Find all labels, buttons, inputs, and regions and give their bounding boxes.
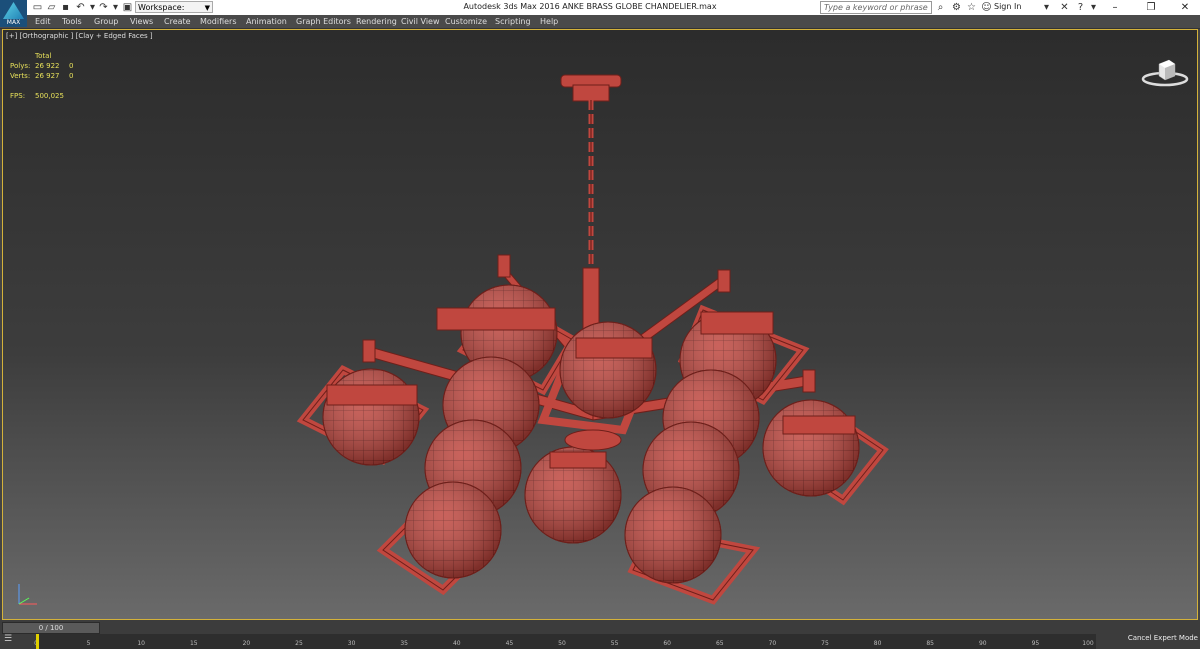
project-folder-icon[interactable]: ▣	[121, 1, 134, 14]
tick-label: 40	[452, 640, 461, 647]
workspace-dropdown[interactable]: Workspace: Default ▼	[135, 1, 213, 24]
menu-animation[interactable]: Animation	[246, 16, 287, 27]
cancel-expert-mode-button[interactable]: Cancel Expert Mode	[1100, 632, 1198, 644]
track-bar-ticks: 0510152025303540455055606570758085909510…	[34, 634, 1096, 649]
tick-label: 75	[821, 640, 829, 647]
sign-in-dropdown-icon[interactable]: ▾	[1040, 1, 1053, 14]
ceiling-canopy	[560, 74, 622, 102]
tick-label: 50	[558, 640, 566, 647]
star-icon[interactable]: ☆	[965, 1, 978, 14]
user-icon[interactable]: ☺	[980, 1, 993, 14]
save-icon[interactable]: ▪	[59, 1, 72, 14]
menu-group[interactable]: Group	[94, 16, 118, 27]
mini-listener-icon[interactable]: ☰	[4, 634, 20, 647]
menu-modifiers[interactable]: Modifiers	[200, 16, 237, 27]
time-bar: 0 / 100 ☰ 051015202530354045505560657075…	[0, 620, 1200, 649]
tick-label: 80	[873, 640, 882, 647]
tick-label: 65	[715, 640, 724, 647]
viewport-orthographic[interactable]: [+] [Orthographic ] [Clay + Edged Faces …	[2, 29, 1198, 620]
tick-label: 100	[1082, 640, 1094, 647]
tick-label: 90	[978, 640, 987, 647]
menu-help[interactable]: Help	[540, 16, 558, 27]
tick-label: 95	[1031, 640, 1040, 647]
menu-customize[interactable]: Customize	[445, 16, 487, 27]
tick-label: 60	[663, 640, 672, 647]
time-slider[interactable]: 0 / 100	[2, 622, 100, 634]
open-file-icon[interactable]: ▱	[45, 1, 58, 14]
menu-scripting[interactable]: Scripting	[495, 16, 531, 27]
help-dropdown-icon[interactable]: ▾	[1087, 1, 1100, 14]
title-bar: MAX ▭ ▱ ▪ ↶ ▾ ↷ ▾ ▣ Workspace: Default ▼…	[0, 0, 1200, 27]
minimize-icon[interactable]: –	[1100, 0, 1130, 15]
menu-bar: Edit Tools Group Views Create Modifiers …	[0, 15, 1200, 29]
track-bar[interactable]: 0510152025303540455055606570758085909510…	[34, 634, 1096, 649]
max-logo-icon	[3, 2, 24, 19]
playhead[interactable]	[36, 634, 39, 649]
app-logo-button[interactable]: MAX	[0, 0, 27, 27]
window-title: Autodesk 3ds Max 2016 ANKE BRASS GLOBE C…	[463, 2, 717, 11]
menu-civil-view[interactable]: Civil View	[401, 16, 440, 27]
tick-label: 85	[926, 640, 935, 647]
tick-label: 15	[189, 640, 198, 647]
menu-tools[interactable]: Tools	[62, 16, 82, 27]
menu-rendering[interactable]: Rendering	[356, 16, 397, 27]
subscription-icon[interactable]: ⚙	[950, 1, 963, 14]
app-logo-text: MAX	[6, 19, 21, 26]
chandelier-model[interactable]	[3, 30, 1198, 620]
tick-label: 70	[768, 640, 777, 647]
restore-icon[interactable]: ❐	[1136, 0, 1166, 15]
menu-graph-editors[interactable]: Graph Editors	[296, 16, 351, 27]
help-icon[interactable]: ?	[1074, 1, 1087, 14]
tick-label: 5	[86, 640, 91, 647]
tick-label: 25	[295, 640, 303, 647]
tick-label: 30	[347, 640, 356, 647]
exchange-icon[interactable]: ✕	[1058, 1, 1071, 14]
new-file-icon[interactable]: ▭	[31, 1, 44, 14]
tick-label: 10	[137, 640, 146, 647]
binoculars-icon[interactable]: ⌕	[934, 1, 947, 14]
tick-label: 35	[400, 640, 409, 647]
axis-tripod-icon	[18, 584, 37, 605]
menu-views[interactable]: Views	[130, 16, 153, 27]
sign-in-link[interactable]: Sign In	[994, 2, 1021, 11]
tick-label: 45	[505, 640, 514, 647]
search-input[interactable]: Type a keyword or phrase	[820, 1, 932, 14]
close-icon[interactable]: ✕	[1170, 0, 1200, 15]
tick-label: 55	[610, 640, 619, 647]
chevron-down-icon: ▼	[204, 4, 210, 12]
menu-edit[interactable]: Edit	[35, 16, 51, 27]
menu-create[interactable]: Create	[164, 16, 191, 27]
tick-label: 20	[242, 640, 251, 647]
